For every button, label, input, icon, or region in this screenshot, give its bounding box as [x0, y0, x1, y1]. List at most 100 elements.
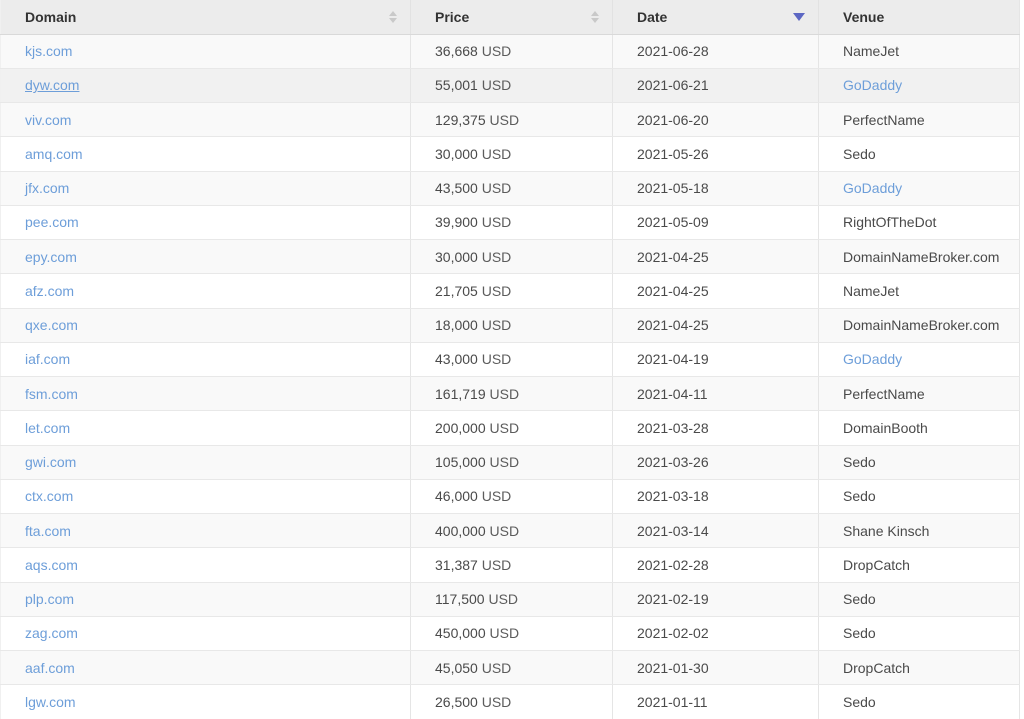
venue-cell: PerfectName	[819, 103, 1020, 137]
venue-cell: DomainBooth	[819, 411, 1020, 445]
domain-link[interactable]: plp.com	[25, 591, 74, 607]
table-row: afz.com 21,705 USD 2021-04-25 NameJet	[1, 274, 1020, 308]
domain-link[interactable]: qxe.com	[25, 317, 78, 333]
venue-text: DomainNameBroker.com	[843, 249, 999, 265]
domain-cell: kjs.com	[1, 34, 411, 68]
price-currency: USD	[482, 249, 512, 265]
price-currency: USD	[482, 43, 512, 59]
price-value: 46,000	[435, 488, 478, 504]
table-row: lgw.com 26,500 USD 2021-01-11 Sedo	[1, 685, 1020, 719]
price-cell: 21,705 USD	[411, 274, 613, 308]
domain-cell: afz.com	[1, 274, 411, 308]
venue-text: DropCatch	[843, 660, 910, 676]
column-header-date[interactable]: Date	[613, 0, 819, 34]
table-row: pee.com 39,900 USD 2021-05-09 RightOfThe…	[1, 205, 1020, 239]
venue-link[interactable]: GoDaddy	[843, 351, 902, 367]
venue-cell: PerfectName	[819, 377, 1020, 411]
price-currency: USD	[490, 454, 520, 470]
sort-asc-icon	[591, 11, 599, 16]
table-row: qxe.com 18,000 USD 2021-04-25 DomainName…	[1, 308, 1020, 342]
header-row: Domain Price Date	[1, 0, 1020, 34]
domain-link[interactable]: let.com	[25, 420, 70, 436]
date-cell: 2021-01-30	[613, 651, 819, 685]
column-header-venue-label: Venue	[843, 9, 884, 25]
venue-text: NameJet	[843, 43, 899, 59]
domain-link[interactable]: fsm.com	[25, 386, 78, 402]
venue-cell: DropCatch	[819, 651, 1020, 685]
domain-cell: jfx.com	[1, 171, 411, 205]
venue-link[interactable]: GoDaddy	[843, 77, 902, 93]
domain-link[interactable]: zag.com	[25, 625, 78, 641]
domain-link[interactable]: iaf.com	[25, 351, 70, 367]
price-currency: USD	[482, 180, 512, 196]
price-cell: 46,000 USD	[411, 479, 613, 513]
date-cell: 2021-01-11	[613, 685, 819, 719]
price-value: 400,000	[435, 523, 486, 539]
column-header-price[interactable]: Price	[411, 0, 613, 34]
date-cell: 2021-06-21	[613, 68, 819, 102]
domain-link[interactable]: aaf.com	[25, 660, 75, 676]
domain-link[interactable]: lgw.com	[25, 694, 76, 710]
domain-cell: gwi.com	[1, 445, 411, 479]
price-value: 21,705	[435, 283, 478, 299]
date-cell: 2021-02-02	[613, 616, 819, 650]
venue-cell: Sedo	[819, 445, 1020, 479]
price-value: 129,375	[435, 112, 486, 128]
venue-cell: RightOfTheDot	[819, 205, 1020, 239]
price-cell: 43,000 USD	[411, 342, 613, 376]
price-cell: 39,900 USD	[411, 205, 613, 239]
date-cell: 2021-03-28	[613, 411, 819, 445]
date-cell: 2021-05-26	[613, 137, 819, 171]
price-currency: USD	[482, 77, 512, 93]
venue-text: PerfectName	[843, 112, 925, 128]
column-header-price-label: Price	[435, 9, 469, 25]
column-header-date-label: Date	[637, 9, 667, 25]
date-cell: 2021-04-19	[613, 342, 819, 376]
sort-descending-active-icon	[793, 13, 805, 21]
table-row: jfx.com 43,500 USD 2021-05-18 GoDaddy	[1, 171, 1020, 205]
domain-link[interactable]: pee.com	[25, 214, 79, 230]
column-header-venue[interactable]: Venue	[819, 0, 1020, 34]
venue-link[interactable]: GoDaddy	[843, 180, 902, 196]
price-cell: 117,500 USD	[411, 582, 613, 616]
date-cell: 2021-04-25	[613, 308, 819, 342]
table-row: zag.com 450,000 USD 2021-02-02 Sedo	[1, 616, 1020, 650]
table-row: fsm.com 161,719 USD 2021-04-11 PerfectNa…	[1, 377, 1020, 411]
domain-link[interactable]: afz.com	[25, 283, 74, 299]
price-currency: USD	[482, 214, 512, 230]
price-value: 117,500	[435, 591, 485, 607]
column-header-domain[interactable]: Domain	[1, 0, 411, 34]
domain-link[interactable]: amq.com	[25, 146, 83, 162]
domain-link[interactable]: kjs.com	[25, 43, 72, 59]
column-header-domain-label: Domain	[25, 9, 76, 25]
domain-link[interactable]: fta.com	[25, 523, 71, 539]
venue-cell: DomainNameBroker.com	[819, 308, 1020, 342]
price-currency: USD	[482, 488, 512, 504]
date-cell: 2021-06-20	[613, 103, 819, 137]
domain-link[interactable]: jfx.com	[25, 180, 69, 196]
price-value: 161,719	[435, 386, 486, 402]
price-cell: 400,000 USD	[411, 514, 613, 548]
domain-link[interactable]: aqs.com	[25, 557, 78, 573]
price-cell: 129,375 USD	[411, 103, 613, 137]
domain-cell: aaf.com	[1, 651, 411, 685]
price-currency: USD	[482, 694, 512, 710]
price-value: 45,050	[435, 660, 478, 676]
sort-asc-icon	[389, 11, 397, 16]
venue-cell: Sedo	[819, 685, 1020, 719]
domain-link[interactable]: ctx.com	[25, 488, 73, 504]
domain-cell: fta.com	[1, 514, 411, 548]
price-cell: 450,000 USD	[411, 616, 613, 650]
date-cell: 2021-04-25	[613, 240, 819, 274]
price-currency: USD	[490, 625, 520, 641]
domain-link[interactable]: epy.com	[25, 249, 77, 265]
domain-link[interactable]: gwi.com	[25, 454, 76, 470]
price-value: 105,000	[435, 454, 486, 470]
price-value: 450,000	[435, 625, 486, 641]
domain-sales-table: Domain Price Date	[0, 0, 1020, 719]
table-row: viv.com 129,375 USD 2021-06-20 PerfectNa…	[1, 103, 1020, 137]
domain-cell: ctx.com	[1, 479, 411, 513]
domain-link[interactable]: viv.com	[25, 112, 71, 128]
domain-link[interactable]: dyw.com	[25, 77, 79, 93]
price-cell: 30,000 USD	[411, 137, 613, 171]
